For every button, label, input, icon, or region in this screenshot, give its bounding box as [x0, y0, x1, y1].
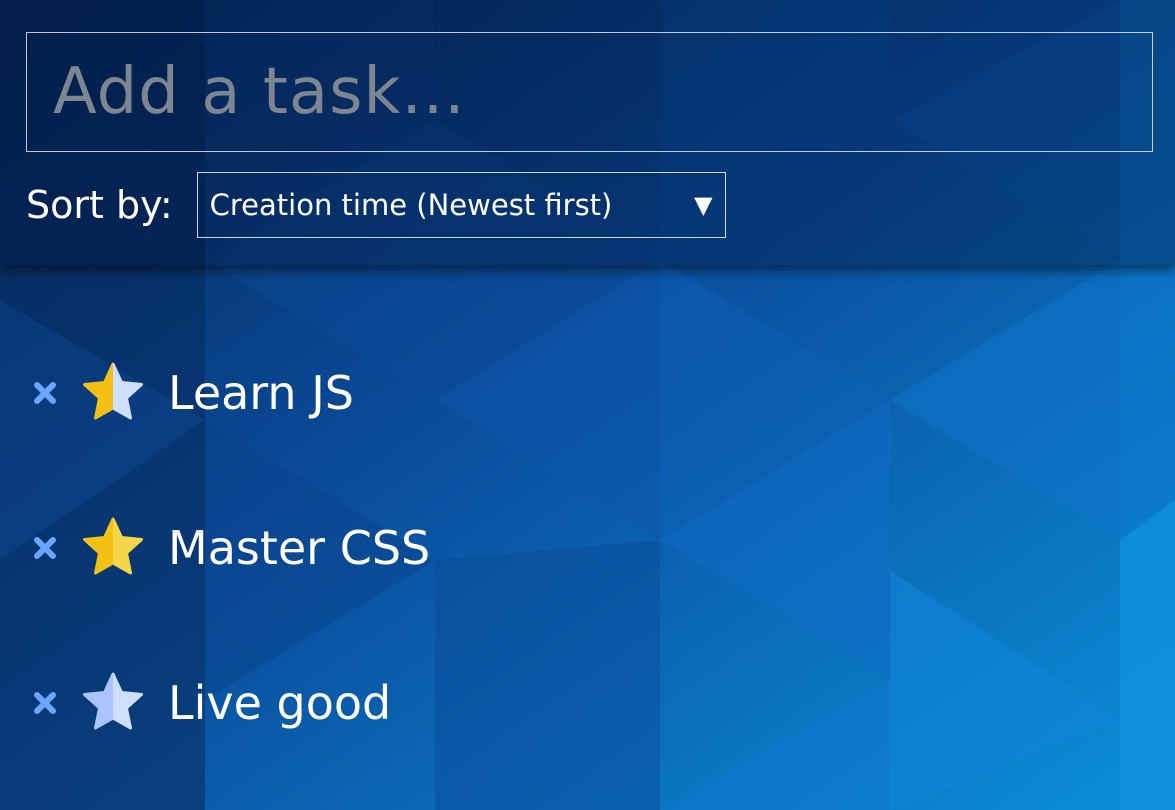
- sort-dropdown[interactable]: Creation time (Newest first) ▼: [196, 172, 726, 238]
- list-item: Master CSS: [30, 470, 430, 625]
- list-item: Live good: [30, 625, 430, 780]
- task-label: Learn JS: [168, 365, 354, 420]
- add-task-input[interactable]: [26, 32, 1153, 152]
- task-list: Learn JS Master CSS Live good: [30, 315, 430, 780]
- sort-controls: Sort by: Creation time (Newest first) ▼: [26, 172, 726, 238]
- list-item: Learn JS: [30, 315, 430, 470]
- chevron-down-icon: ▼: [694, 191, 713, 219]
- close-icon[interactable]: [30, 533, 60, 563]
- star-icon[interactable]: [80, 360, 146, 426]
- task-label: Live good: [168, 675, 392, 730]
- top-bar: Sort by: Creation time (Newest first) ▼: [0, 0, 1175, 265]
- task-label: Master CSS: [168, 520, 431, 575]
- close-icon[interactable]: [30, 378, 60, 408]
- close-icon[interactable]: [30, 688, 60, 718]
- sort-selected-value: Creation time (Newest first): [209, 188, 613, 222]
- star-icon[interactable]: [80, 515, 146, 581]
- sort-label: Sort by:: [26, 183, 173, 227]
- star-icon[interactable]: [80, 670, 146, 736]
